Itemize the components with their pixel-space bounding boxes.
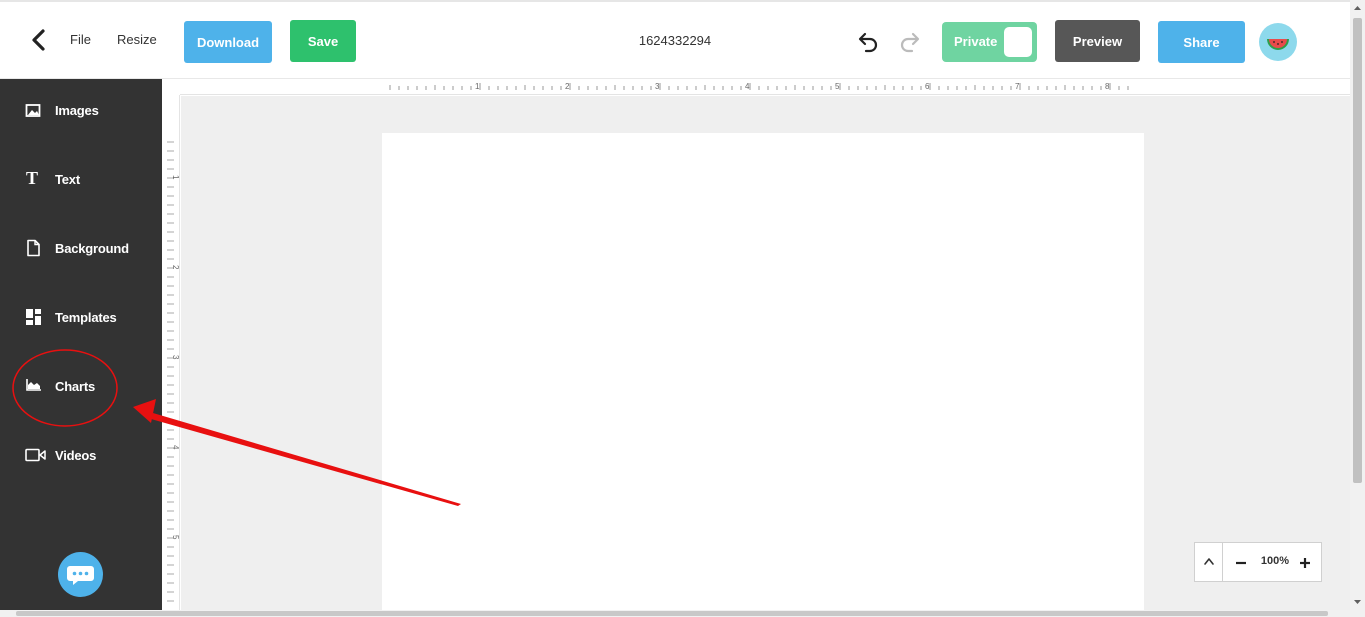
- sidebar-item-label: Charts: [55, 379, 95, 394]
- preview-button[interactable]: Preview: [1055, 20, 1140, 62]
- ruler-label: 4: [745, 82, 750, 91]
- zoom-in-button[interactable]: [1295, 552, 1315, 572]
- video-icon: [25, 448, 47, 464]
- chat-button[interactable]: [58, 552, 103, 597]
- undo-icon[interactable]: [856, 30, 880, 54]
- share-button[interactable]: Share: [1158, 21, 1245, 63]
- sidebar-item-label: Videos: [55, 448, 97, 463]
- text-icon: T: [25, 168, 43, 188]
- ruler-label: 5: [835, 82, 840, 91]
- save-button[interactable]: Save: [290, 20, 356, 62]
- sidebar-item-images[interactable]: Images: [0, 91, 162, 131]
- chat-bubble-icon: [67, 566, 94, 585]
- document-icon: [25, 239, 43, 257]
- toggle-knob: [1004, 27, 1032, 57]
- scroll-up-arrow-icon[interactable]: [1350, 2, 1365, 14]
- sidebar-item-videos[interactable]: Videos: [0, 436, 162, 476]
- vertical-ruler-ticks: 1 2 3 4 5: [167, 141, 180, 602]
- scroll-down-arrow-icon[interactable]: [1350, 596, 1365, 608]
- back-arrow-icon[interactable]: [27, 26, 51, 54]
- document-title[interactable]: 1624332294: [600, 33, 750, 48]
- sidebar-item-label: Background: [55, 241, 129, 256]
- sidebar-item-label: Templates: [55, 310, 117, 325]
- redo-icon[interactable]: [898, 30, 922, 54]
- ruler-label: 4: [171, 445, 180, 450]
- private-toggle-label: Private: [954, 34, 998, 49]
- minus-icon: [1236, 561, 1246, 565]
- horizontal-ruler: 1 2 3 4 5 6 7 8: [180, 79, 1350, 95]
- sidebar-item-background[interactable]: Background: [0, 229, 162, 269]
- ruler-label: 3: [171, 355, 180, 360]
- sidebar-item-templates[interactable]: Templates: [0, 298, 162, 338]
- private-toggle[interactable]: Private: [942, 22, 1037, 62]
- sidebar-item-text[interactable]: T Text: [0, 160, 162, 200]
- sidebar: Images T Text Background Templates Chart…: [0, 79, 162, 617]
- ruler-label: 1: [171, 175, 180, 180]
- ruler-label: 5: [171, 535, 180, 540]
- ruler-label: 2: [565, 82, 570, 91]
- canvas-workspace: [181, 96, 1350, 610]
- ruler-label: 6: [925, 82, 930, 91]
- editor-app: File Resize Download Save 1624332294 Pri…: [0, 0, 1365, 617]
- horizontal-scrollbar-thumb[interactable]: [16, 611, 1328, 616]
- sidebar-item-charts[interactable]: Charts: [0, 367, 162, 407]
- watermelon-icon: [1267, 39, 1289, 50]
- file-menu[interactable]: File: [70, 32, 91, 47]
- chevron-up-icon: [1204, 558, 1214, 565]
- horizontal-ruler-ticks: 1 2 3 4 5 6 7 8: [389, 82, 1129, 91]
- zoom-expand-button[interactable]: [1195, 543, 1223, 581]
- vertical-scrollbar-thumb[interactable]: [1353, 18, 1362, 483]
- ruler-label: 8: [1105, 82, 1110, 91]
- zoom-level: 100%: [1260, 555, 1290, 567]
- zoom-out-button[interactable]: [1231, 552, 1251, 572]
- image-icon: [25, 103, 43, 119]
- ruler-label: 3: [655, 82, 660, 91]
- avatar[interactable]: [1259, 23, 1297, 61]
- templates-icon: [25, 308, 43, 325]
- ruler-corner: [162, 79, 180, 95]
- zoom-control: 100%: [1194, 542, 1322, 582]
- design-page[interactable]: [382, 133, 1144, 610]
- vertical-ruler: 1 2 3 4 5: [162, 95, 180, 610]
- top-toolbar: File Resize Download Save 1624332294 Pri…: [0, 0, 1350, 79]
- horizontal-scrollbar[interactable]: [0, 610, 1350, 617]
- svg-text:T: T: [26, 169, 38, 187]
- ruler-label: 2: [171, 265, 180, 270]
- sidebar-item-label: Text: [55, 172, 80, 187]
- download-button[interactable]: Download: [184, 21, 272, 63]
- ruler-label: 1: [475, 82, 480, 91]
- ruler-label: 7: [1015, 82, 1020, 91]
- sidebar-item-label: Images: [55, 103, 99, 118]
- resize-menu[interactable]: Resize: [117, 32, 157, 47]
- chart-icon: [25, 377, 43, 393]
- vertical-scrollbar[interactable]: [1350, 0, 1365, 617]
- plus-icon: [1300, 558, 1310, 568]
